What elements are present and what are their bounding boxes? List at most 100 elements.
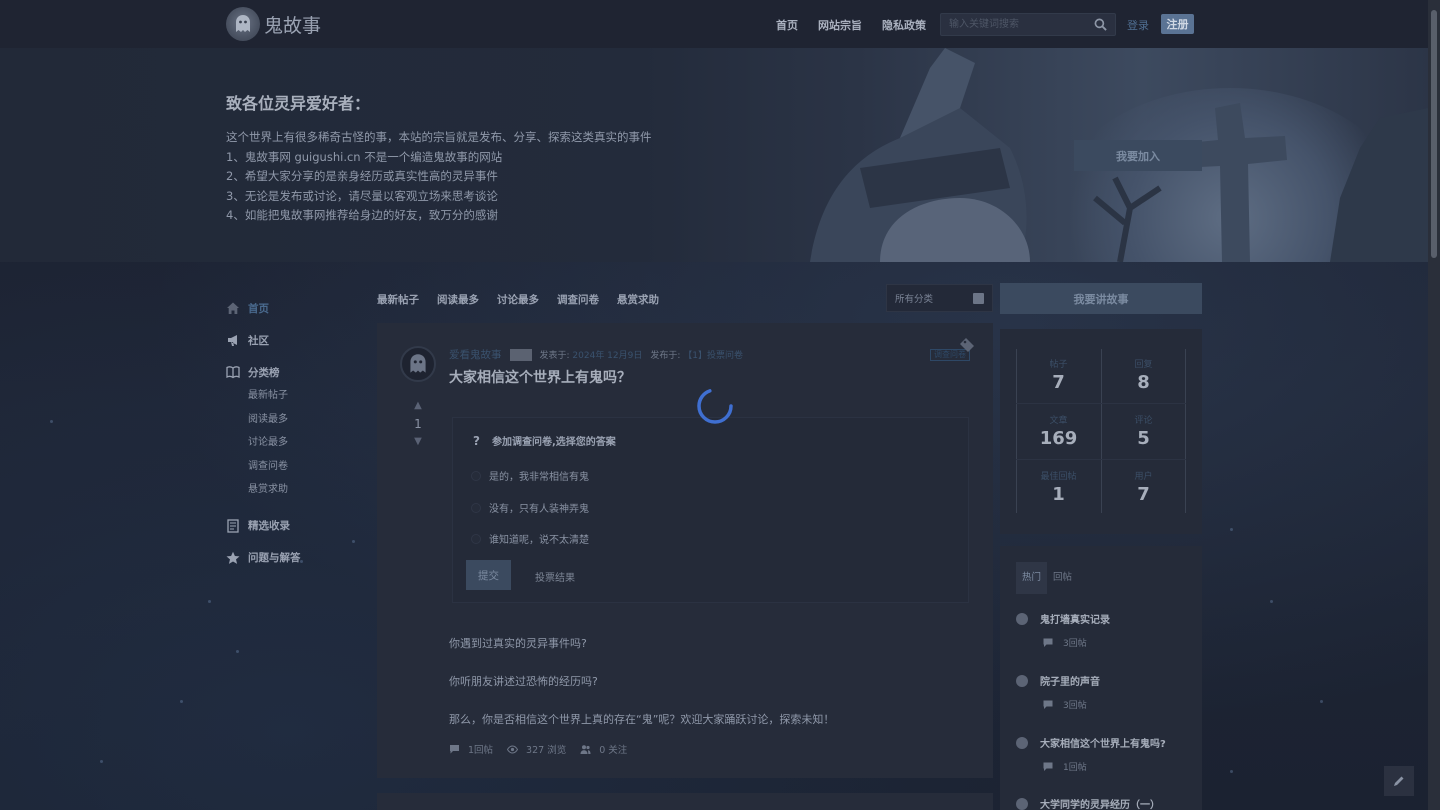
nav-privacy-link[interactable]: 隐私政策 bbox=[882, 17, 926, 33]
upvote-icon[interactable]: ▲ bbox=[407, 399, 429, 413]
sidebar-item-qa[interactable]: 问题与解答 bbox=[226, 550, 301, 566]
view-count: 327 浏览 bbox=[507, 742, 566, 756]
sidebar-sub-most-read[interactable]: 阅读最多 bbox=[248, 408, 301, 432]
list-item[interactable]: 大学同学的灵异经历（一） bbox=[1016, 796, 1186, 810]
sidebar-item-ranking[interactable]: 分类榜 bbox=[226, 364, 301, 380]
radio-button[interactable] bbox=[471, 533, 481, 544]
avatar[interactable] bbox=[400, 346, 436, 382]
ghost-avatar-icon bbox=[1016, 612, 1028, 625]
tab-survey[interactable]: 调查问卷 bbox=[557, 292, 599, 307]
radio-button[interactable] bbox=[471, 502, 481, 513]
list-item[interactable]: 院子里的声音 3回帖 bbox=[1016, 673, 1186, 711]
divider bbox=[1185, 349, 1186, 513]
tab-most-read[interactable]: 阅读最多 bbox=[437, 292, 479, 307]
search-input[interactable] bbox=[941, 14, 1081, 35]
tab-replies[interactable]: 回帖 bbox=[1047, 562, 1078, 594]
search-icon[interactable] bbox=[1094, 18, 1107, 31]
hero-title: 致各位灵异爱好者： bbox=[226, 94, 371, 113]
tab-most-discussed[interactable]: 讨论最多 bbox=[497, 292, 539, 307]
home-icon bbox=[227, 302, 239, 314]
hero-line: 2、希望大家分享的是亲身经历或真实性高的灵异事件 bbox=[226, 169, 498, 183]
sidebar-item-label: 社区 bbox=[248, 334, 269, 347]
divider bbox=[1016, 459, 1186, 460]
post-filter-tabs: 最新帖子 阅读最多 讨论最多 调查问卷 悬赏求助 bbox=[377, 292, 659, 307]
hero-intro: 这个世界上有很多稀奇古怪的事，本站的宗旨就是发布、分享、探索这类真实的事件 1、… bbox=[226, 128, 652, 226]
users-icon bbox=[580, 744, 591, 754]
tab-latest[interactable]: 最新帖子 bbox=[377, 292, 419, 307]
top-nav: 首页 网站宗旨 隐私政策 bbox=[776, 17, 926, 33]
register-button[interactable]: 注册 bbox=[1161, 14, 1194, 34]
book-icon bbox=[226, 366, 240, 379]
divider bbox=[1016, 349, 1017, 513]
left-sidebar: 首页 社区 分类榜 最新帖子 阅读最多 讨论最多 调查问卷 悬赏求助 精选收录 … bbox=[226, 300, 301, 566]
list-item[interactable]: 鬼打墙真实记录 3回帖 bbox=[1016, 611, 1186, 649]
poll-option-label: 谁知道呢，说不太清楚 bbox=[489, 535, 589, 546]
hero-banner: 致各位灵异爱好者： 这个世界上有很多稀奇古怪的事，本站的宗旨就是发布、分享、探索… bbox=[0, 48, 1428, 262]
nav-purpose-link[interactable]: 网站宗旨 bbox=[818, 17, 862, 33]
poll-submit-button[interactable]: 提交 bbox=[466, 560, 511, 590]
site-logo[interactable]: 鬼故事 bbox=[226, 7, 321, 41]
sidebar-sub-latest[interactable]: 最新帖子 bbox=[248, 384, 301, 408]
tab-hot[interactable]: 热门 bbox=[1016, 562, 1048, 594]
poll-option[interactable]: 谁知道呢，说不太清楚 bbox=[471, 531, 589, 546]
comment-icon bbox=[1043, 638, 1053, 647]
stat-replies: 回复 8 bbox=[1134, 360, 1153, 393]
stat-users: 用户 7 bbox=[1134, 472, 1153, 505]
ghost-avatar-icon bbox=[410, 354, 426, 373]
category-select[interactable]: 所有分类 bbox=[886, 284, 993, 312]
hero-line: 这个世界上有很多稀奇古怪的事，本站的宗旨就是发布、分享、探索这类真实的事件 bbox=[226, 130, 652, 144]
post-card: 爱看鬼故事 发表于: 2024年 12月9日 发布于: 【1】投票问卷 调查问卷… bbox=[377, 323, 993, 778]
hot-posts-card: 热门 回帖 鬼打墙真实记录 3回帖 院子里的声音 3回帖 大家相信这个世界上有鬼… bbox=[1000, 546, 1202, 810]
reply-count[interactable]: 1回帖 bbox=[449, 742, 493, 756]
poll-option-label: 没有，只有人装神弄鬼 bbox=[489, 504, 589, 515]
post-stats: 1回帖 327 浏览 0 关注 bbox=[449, 742, 627, 756]
join-button[interactable]: 我要加入 bbox=[1074, 140, 1202, 171]
edit-button[interactable] bbox=[1384, 766, 1414, 796]
radio-button[interactable] bbox=[471, 470, 481, 481]
category-select-value: 所有分类 bbox=[895, 294, 934, 305]
question-icon: ? bbox=[473, 433, 480, 448]
follow-count[interactable]: 0 关注 bbox=[580, 742, 627, 756]
search-box bbox=[940, 13, 1116, 36]
sidebar-item-label: 分类榜 bbox=[248, 366, 280, 379]
sidebar-sub-survey[interactable]: 调查问卷 bbox=[248, 455, 301, 479]
sidebar-sub-bounty[interactable]: 悬赏求助 bbox=[248, 478, 301, 502]
post-author[interactable]: 爱看鬼故事 bbox=[449, 347, 502, 362]
post-category: 发布于: 【1】投票问卷 bbox=[650, 351, 744, 361]
hero-line: 3、无论是发布或讨论，请尽量以客观立场来思考谈论 bbox=[226, 188, 498, 203]
post-story-button[interactable]: 我要讲故事 bbox=[1000, 283, 1202, 314]
poll-option-label: 是的，我非常相信有鬼 bbox=[489, 472, 589, 483]
ghost-avatar-icon bbox=[1016, 736, 1028, 749]
poll-option[interactable]: 是的，我非常相信有鬼 bbox=[471, 468, 589, 483]
post-title[interactable]: 大家相信这个世界上有鬼吗？ bbox=[449, 367, 631, 387]
sidebar-sub-most-discussed[interactable]: 讨论最多 bbox=[248, 431, 301, 455]
downvote-icon[interactable]: ▼ bbox=[407, 435, 429, 449]
divider bbox=[1101, 349, 1102, 513]
tab-bounty[interactable]: 悬赏求助 bbox=[617, 292, 659, 307]
ghost-avatar-icon bbox=[1016, 797, 1028, 810]
sidebar-item-featured[interactable]: 精选收录 bbox=[226, 518, 301, 534]
poll-box: ? 参加调查问卷,选择您的答案 是的，我非常相信有鬼 没有，只有人装神弄鬼 谁知… bbox=[452, 417, 969, 603]
scrollbar[interactable] bbox=[1428, 0, 1440, 810]
ticket-icon bbox=[960, 338, 974, 352]
scrollbar-thumb[interactable] bbox=[1431, 10, 1437, 258]
ghost-logo-icon bbox=[226, 7, 260, 41]
poll-results-link[interactable]: 投票结果 bbox=[535, 569, 575, 584]
star-icon bbox=[226, 551, 240, 564]
sidebar-item-label: 精选收录 bbox=[248, 520, 290, 532]
login-link[interactable]: 登录 bbox=[1127, 17, 1149, 33]
hero-line: 1、鬼故事网 guigushi.cn 不是一个编造鬼故事的网站 bbox=[226, 149, 503, 164]
sidebar-item-label: 首页 bbox=[248, 302, 269, 315]
comment-icon bbox=[1043, 700, 1053, 709]
poll-option[interactable]: 没有，只有人装神弄鬼 bbox=[471, 500, 589, 515]
eye-icon bbox=[507, 744, 519, 754]
sidebar-item-community[interactable]: 社区 bbox=[226, 332, 301, 348]
hot-tabs: 热门 回帖 bbox=[1016, 562, 1078, 594]
nav-home-link[interactable]: 首页 bbox=[776, 17, 798, 33]
sidebar-item-home[interactable]: 首页 bbox=[226, 300, 301, 316]
list-item[interactable]: 大家相信这个世界上有鬼吗? 1回帖 bbox=[1016, 735, 1186, 773]
divider bbox=[1016, 403, 1186, 404]
stat-articles: 文章 169 bbox=[1039, 416, 1078, 449]
pencil-icon bbox=[1394, 776, 1404, 786]
stat-comments: 评论 5 bbox=[1134, 416, 1153, 449]
